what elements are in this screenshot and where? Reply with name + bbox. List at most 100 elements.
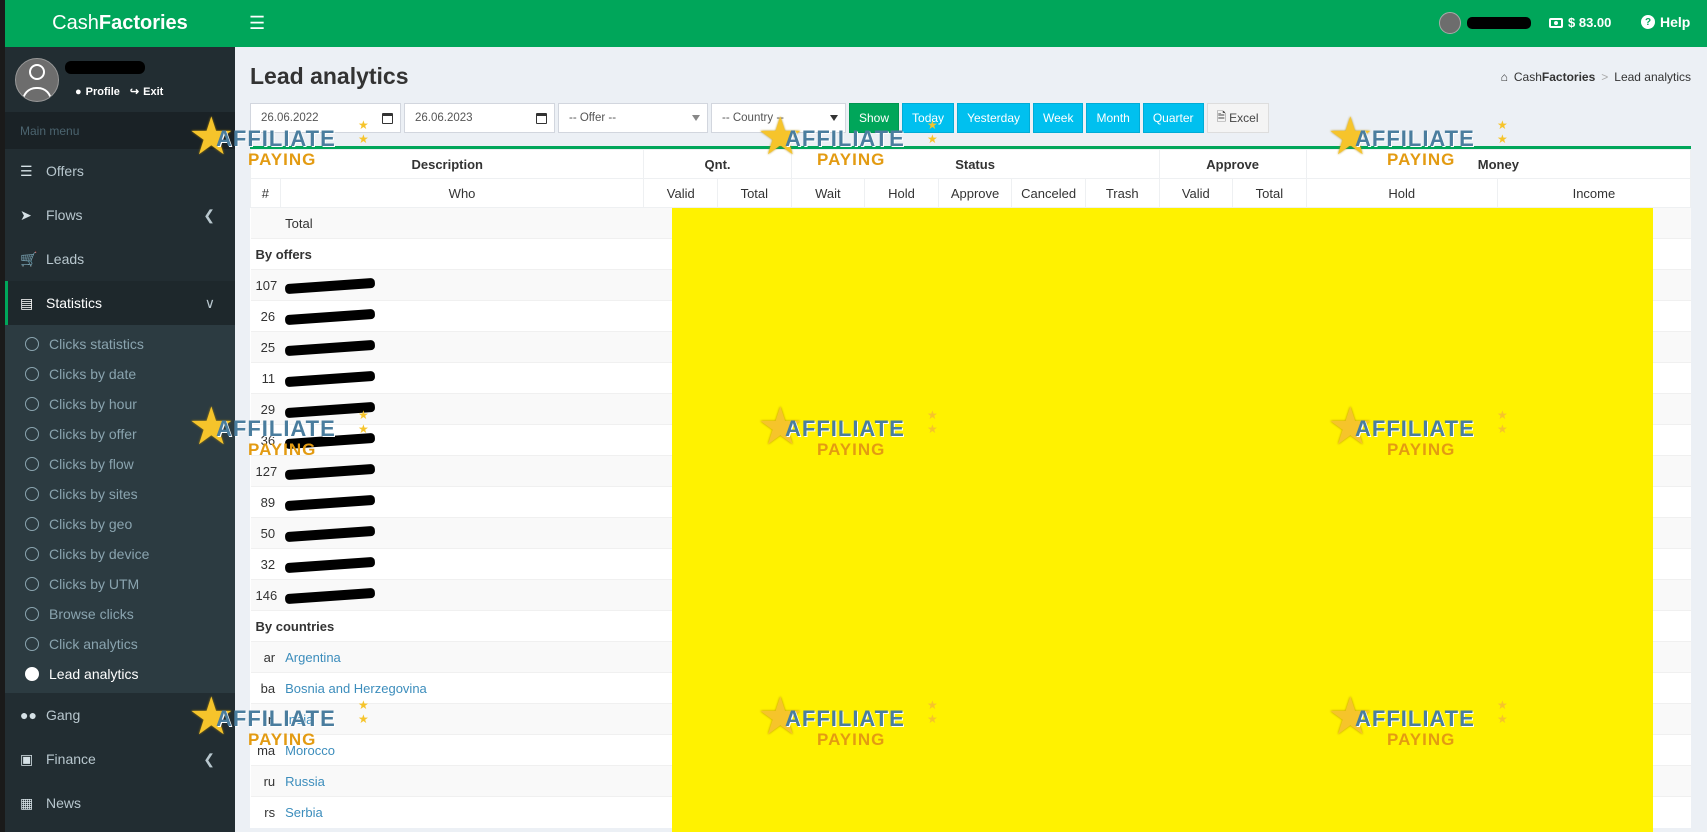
group-header-status: Status bbox=[790, 149, 1160, 179]
users-icon: ●● bbox=[20, 707, 37, 723]
group-header-money: Money bbox=[1305, 149, 1692, 179]
money-icon bbox=[1549, 17, 1563, 28]
col-header-approve-total: Total bbox=[1232, 178, 1307, 208]
chevron-left-icon: ❮ bbox=[203, 750, 215, 767]
sidebar-item-news[interactable]: ▦ News bbox=[5, 781, 235, 825]
col-header-wait: Wait bbox=[790, 178, 866, 208]
sidebar-item-clicks-by-hour[interactable]: Clicks by hour bbox=[5, 389, 235, 419]
date-from-input[interactable]: 26.06.2022 bbox=[250, 103, 401, 133]
country-link[interactable]: Argentina bbox=[280, 641, 644, 673]
offer-name-redacted[interactable] bbox=[280, 393, 644, 425]
offer-name-redacted[interactable] bbox=[280, 362, 644, 394]
yesterday-button[interactable]: Yesterday bbox=[957, 103, 1030, 133]
circle-icon bbox=[25, 397, 39, 411]
news-icon: ▦ bbox=[20, 794, 34, 811]
sidebar-item-finance[interactable]: ▣ Finance ❮ bbox=[5, 737, 235, 781]
country-link[interactable]: Serbia bbox=[280, 796, 644, 828]
col-header-approve: Approve bbox=[937, 178, 1013, 208]
sidebar-item-browse-clicks[interactable]: Browse clicks bbox=[5, 599, 235, 629]
sidebar-item-click-analytics[interactable]: Click analytics bbox=[5, 629, 235, 659]
offer-name-redacted[interactable] bbox=[280, 269, 644, 301]
chevron-left-icon: ❮ bbox=[203, 206, 215, 223]
exit-link[interactable]: ↪ Exit bbox=[130, 85, 163, 99]
circle-filled-icon bbox=[25, 667, 39, 681]
country-link[interactable]: Bosnia and Herzegovina bbox=[280, 672, 644, 704]
redaction-overlay bbox=[672, 208, 1653, 832]
balance[interactable]: $ 83.00 bbox=[1549, 15, 1611, 30]
sidebar-item-clicks-by-offer[interactable]: Clicks by offer bbox=[5, 419, 235, 449]
filter-bar: 26.06.2022 26.06.2023 -- Offer -- -- Cou… bbox=[250, 103, 1269, 133]
breadcrumb: ⌂ CashFactories > Lead analytics bbox=[1501, 70, 1691, 84]
col-header-money-hold: Hold bbox=[1305, 178, 1498, 208]
sidebar-item-leads[interactable]: 🛒 Leads bbox=[5, 237, 235, 281]
circle-icon bbox=[25, 637, 39, 651]
country-link[interactable]: Morocco bbox=[280, 734, 644, 766]
total-label: Total bbox=[280, 207, 644, 239]
question-circle-icon: ? bbox=[1641, 15, 1655, 29]
offer-name-redacted[interactable] bbox=[280, 548, 644, 580]
send-icon: ➤ bbox=[20, 206, 32, 223]
sidebar-item-lead-analytics[interactable]: Lead analytics bbox=[5, 659, 235, 689]
chevron-down-icon: ∨ bbox=[204, 294, 215, 311]
logo[interactable]: Cash Factories bbox=[5, 0, 235, 47]
quarter-button[interactable]: Quarter bbox=[1142, 103, 1204, 133]
logo-bold-text: Factories bbox=[98, 12, 188, 34]
show-button[interactable]: Show bbox=[849, 103, 900, 133]
sidebar-item-statistics[interactable]: ▤ Statistics ∨ bbox=[5, 281, 235, 325]
menu-header: Main menu bbox=[5, 112, 235, 149]
offer-name-redacted[interactable] bbox=[280, 455, 644, 487]
hamburger-menu-icon[interactable]: ☰ bbox=[249, 13, 265, 34]
profile-link[interactable]: ● Profile bbox=[75, 85, 120, 98]
sidebar-item-offers[interactable]: ☰ Offers bbox=[5, 149, 235, 193]
offer-name-redacted[interactable] bbox=[280, 300, 644, 332]
offer-select[interactable]: -- Offer -- bbox=[558, 103, 708, 133]
today-button[interactable]: Today bbox=[902, 103, 955, 133]
country-link[interactable]: India bbox=[280, 703, 644, 735]
breadcrumb-current: Lead analytics bbox=[1614, 70, 1691, 84]
breadcrumb-separator: > bbox=[1601, 70, 1609, 84]
chevron-left-icon: ❮ bbox=[203, 706, 215, 723]
caret-down-icon bbox=[692, 115, 700, 121]
sidebar-item-clicks-by-utm[interactable]: Clicks by UTM bbox=[5, 569, 235, 599]
country-select[interactable]: -- Country -- bbox=[711, 103, 846, 133]
circle-icon bbox=[25, 367, 39, 381]
statistics-submenu: Clicks statistics Clicks by date Clicks … bbox=[5, 325, 235, 693]
sidebar-item-clicks-by-geo[interactable]: Clicks by geo bbox=[5, 509, 235, 539]
file-excel-icon: 🗎 bbox=[1216, 109, 1227, 124]
group-header-description: Description bbox=[249, 149, 645, 179]
page-title: Lead analytics bbox=[250, 63, 409, 89]
calendar-icon bbox=[536, 112, 547, 124]
sidebar-item-gang[interactable]: ●● Gang ❮ bbox=[5, 693, 235, 737]
offer-name-redacted[interactable] bbox=[280, 579, 644, 611]
date-to-input[interactable]: 26.06.2023 bbox=[404, 103, 555, 133]
home-icon: ⌂ bbox=[1500, 70, 1508, 84]
sidebar-item-clicks-by-sites[interactable]: Clicks by sites bbox=[5, 479, 235, 509]
circle-icon bbox=[25, 607, 39, 621]
col-header-index: # bbox=[250, 178, 281, 208]
sidebar-item-clicks-by-device[interactable]: Clicks by device bbox=[5, 539, 235, 569]
breadcrumb-home[interactable]: CashFactories bbox=[1514, 70, 1595, 84]
offer-name-redacted[interactable] bbox=[280, 517, 644, 549]
logo-light-text: Cash bbox=[52, 12, 99, 34]
offer-name-redacted[interactable] bbox=[280, 424, 644, 456]
list-icon: ☰ bbox=[20, 162, 33, 179]
col-header-qnt-total: Total bbox=[717, 178, 792, 208]
sidebar-item-clicks-statistics[interactable]: Clicks statistics bbox=[5, 329, 235, 359]
navbar-user[interactable] bbox=[1439, 12, 1531, 34]
sidebar-item-clicks-by-flow[interactable]: Clicks by flow bbox=[5, 449, 235, 479]
circle-icon bbox=[25, 337, 39, 351]
col-header-qnt-valid: Valid bbox=[643, 178, 719, 208]
sidebar-item-flows[interactable]: ➤ Flows ❮ bbox=[5, 193, 235, 237]
offer-name-redacted[interactable] bbox=[280, 331, 644, 363]
sidebar-item-clicks-by-date[interactable]: Clicks by date bbox=[5, 359, 235, 389]
week-button[interactable]: Week bbox=[1033, 103, 1084, 133]
help-link[interactable]: ? Help bbox=[1641, 14, 1690, 30]
month-button[interactable]: Month bbox=[1086, 103, 1140, 133]
circle-icon bbox=[25, 427, 39, 441]
excel-export-button[interactable]: 🗎 Excel bbox=[1206, 103, 1269, 133]
country-link[interactable]: Russia bbox=[280, 765, 644, 797]
redacted-username bbox=[1467, 17, 1531, 29]
offer-name-redacted[interactable] bbox=[280, 486, 644, 518]
chart-icon: ▤ bbox=[20, 294, 34, 311]
circle-icon bbox=[25, 457, 39, 471]
